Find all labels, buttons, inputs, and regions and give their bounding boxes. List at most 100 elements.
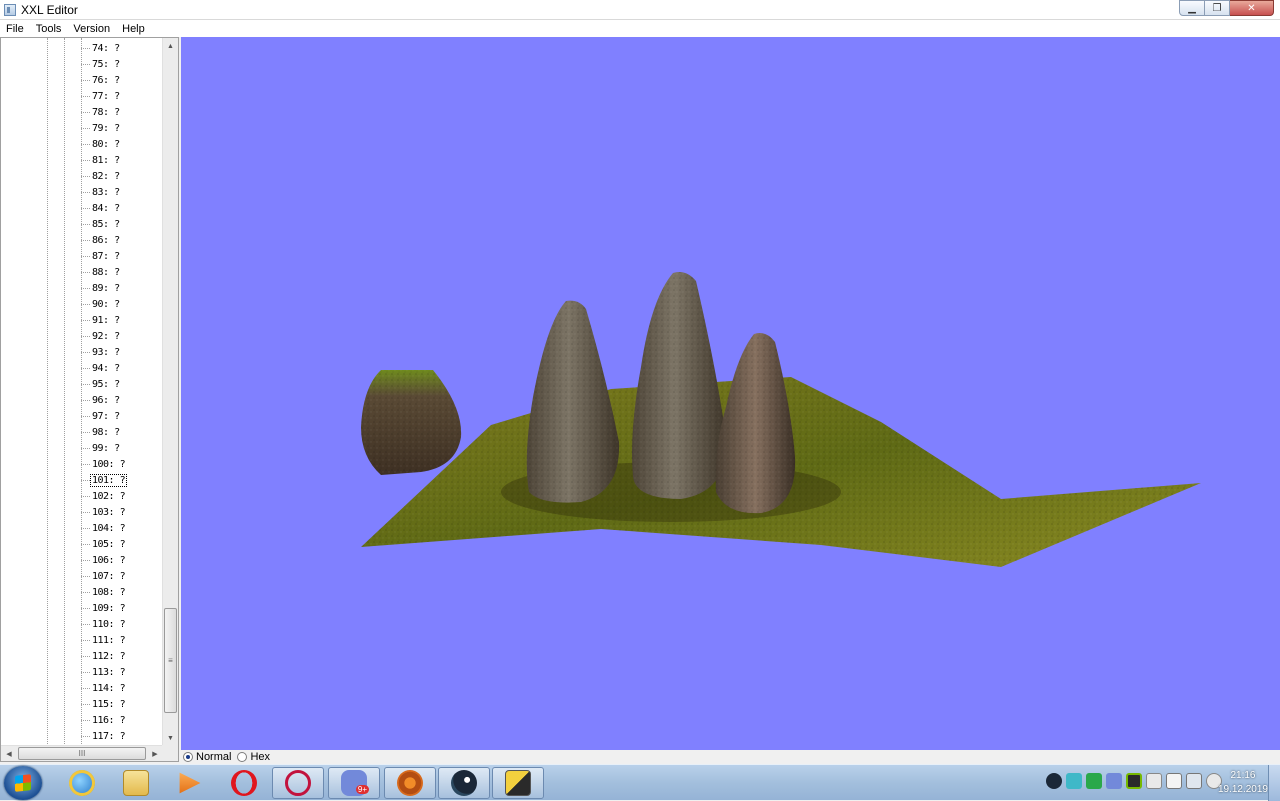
tree-item[interactable]: 82: ? xyxy=(81,168,126,184)
start-button[interactable] xyxy=(4,766,42,800)
tree-item[interactable]: 102: ? xyxy=(81,488,126,504)
taskbar-steam[interactable] xyxy=(438,767,490,799)
hex-radio[interactable]: Hex xyxy=(237,751,270,763)
tree-item[interactable]: 96: ? xyxy=(81,392,126,408)
tree-item-label: 82: ? xyxy=(92,170,120,182)
tree-item[interactable]: 88: ? xyxy=(81,264,126,280)
scroll-left-icon[interactable]: ◀ xyxy=(1,746,17,761)
tree-item[interactable]: 112: ? xyxy=(81,648,126,664)
tree-item[interactable]: 85: ? xyxy=(81,216,126,232)
taskbar-xxl-editor[interactable] xyxy=(492,767,544,799)
tree-item[interactable]: 83: ? xyxy=(81,184,126,200)
tree-item[interactable]: 109: ? xyxy=(81,600,126,616)
vpn-tray-icon[interactable] xyxy=(1066,773,1082,789)
tree-item[interactable]: 105: ? xyxy=(81,536,126,552)
tree-vertical-scrollbar[interactable]: ▲ ≡ ▼ xyxy=(162,38,178,746)
tree-item[interactable]: 77: ? xyxy=(81,88,126,104)
close-button[interactable]: ✕ xyxy=(1230,0,1274,16)
tree-item[interactable]: 98: ? xyxy=(81,424,126,440)
tree-item[interactable]: 86: ? xyxy=(81,232,126,248)
tree-item-label: 101: ? xyxy=(89,473,128,487)
normal-radio-label[interactable]: Normal xyxy=(196,751,231,763)
tree-item[interactable]: 95: ? xyxy=(81,376,126,392)
taskbar-opera[interactable] xyxy=(218,767,270,799)
check-tray-icon[interactable] xyxy=(1086,773,1102,789)
tree-item[interactable]: 93: ? xyxy=(81,344,126,360)
tree-item[interactable]: 104: ? xyxy=(81,520,126,536)
tree-item[interactable]: 84: ? xyxy=(81,200,126,216)
tree-item[interactable]: 116: ? xyxy=(81,712,126,728)
steam-icon xyxy=(451,770,477,796)
tree-item-label: 98: ? xyxy=(92,426,120,438)
scroll-right-icon[interactable]: ▶ xyxy=(147,746,163,761)
tree-item[interactable]: 90: ? xyxy=(81,296,126,312)
tree-item[interactable]: 91: ? xyxy=(81,312,126,328)
scroll-up-icon[interactable]: ▲ xyxy=(163,38,178,54)
menu-file[interactable]: File xyxy=(0,23,30,35)
tree-item[interactable]: 115: ? xyxy=(81,696,126,712)
scroll-thumb[interactable]: ≡ xyxy=(164,608,177,713)
tree-item-label: 74: ? xyxy=(92,42,120,54)
discord-badge: 9+ xyxy=(355,785,369,794)
steam-tray-icon[interactable] xyxy=(1046,773,1062,789)
object-tree-panel[interactable]: 74: ? 75: ? 76: ? 77: ? 78: ? 79: ? 80: ? 81: ?… xyxy=(0,37,179,762)
normal-radio-dot[interactable] xyxy=(183,752,193,762)
tree-item-label: 113: ? xyxy=(92,666,126,678)
hscroll-thumb[interactable]: III xyxy=(18,747,146,760)
tree-item-label: 85: ? xyxy=(92,218,120,230)
show-desktop-button[interactable] xyxy=(1268,765,1280,801)
clock[interactable]: 21:16 19.12.2019 xyxy=(1218,769,1268,797)
connection-tray-icon[interactable] xyxy=(1186,773,1202,789)
tree-item[interactable]: 110: ? xyxy=(81,616,126,632)
tree-item[interactable]: 108: ? xyxy=(81,584,126,600)
tree-item[interactable]: 101: ? xyxy=(81,472,128,488)
menu-help[interactable]: Help xyxy=(116,23,151,35)
title-bar[interactable]: XXL Editor ▁ ❐ ✕ xyxy=(0,0,1280,20)
tree-item[interactable]: 113: ? xyxy=(81,664,126,680)
tree-item[interactable]: 75: ? xyxy=(81,56,126,72)
tree-item[interactable]: 78: ? xyxy=(81,104,126,120)
hex-radio-label[interactable]: Hex xyxy=(250,751,270,763)
network-tray-icon[interactable] xyxy=(1146,773,1162,789)
normal-radio[interactable]: Normal xyxy=(183,751,231,763)
taskbar: 9+ 21:16 19.12.2019 xyxy=(0,764,1280,801)
tree-item[interactable]: 106: ? xyxy=(81,552,126,568)
taskbar-tf2[interactable] xyxy=(384,767,436,799)
tree-item[interactable]: 117: ? xyxy=(81,728,126,744)
tree-item-label: 92: ? xyxy=(92,330,120,342)
tree-item-label: 79: ? xyxy=(92,122,120,134)
hex-radio-dot[interactable] xyxy=(237,752,248,762)
taskbar-internet-explorer[interactable] xyxy=(56,767,108,799)
tree-item[interactable]: 87: ? xyxy=(81,248,126,264)
taskbar-discord[interactable]: 9+ xyxy=(328,767,380,799)
tree-item[interactable]: 81: ? xyxy=(81,152,126,168)
tree-item[interactable]: 99: ? xyxy=(81,440,126,456)
minimize-button[interactable]: ▁ xyxy=(1179,0,1205,16)
maximize-button[interactable]: ❐ xyxy=(1205,0,1230,16)
tree-item[interactable]: 74: ? xyxy=(81,40,126,56)
3d-viewport[interactable] xyxy=(181,37,1280,750)
nvidia-tray-icon[interactable] xyxy=(1126,773,1142,789)
tree-item[interactable]: 89: ? xyxy=(81,280,126,296)
discord-tray-icon[interactable] xyxy=(1106,773,1122,789)
tree-item[interactable]: 111: ? xyxy=(81,632,126,648)
scrollbar-corner xyxy=(162,745,178,761)
menu-tools[interactable]: Tools xyxy=(30,23,68,35)
taskbar-file-explorer[interactable] xyxy=(110,767,162,799)
menu-version[interactable]: Version xyxy=(67,23,116,35)
taskbar-media-player[interactable] xyxy=(164,767,216,799)
tree-item[interactable]: 76: ? xyxy=(81,72,126,88)
tree-item[interactable]: 107: ? xyxy=(81,568,126,584)
taskbar-opera-gx[interactable] xyxy=(272,767,324,799)
tree-item[interactable]: 79: ? xyxy=(81,120,126,136)
tree-item[interactable]: 92: ? xyxy=(81,328,126,344)
flag-tray-icon[interactable] xyxy=(1166,773,1182,789)
tree-item[interactable]: 80: ? xyxy=(81,136,126,152)
tree-item[interactable]: 94: ? xyxy=(81,360,126,376)
tree-item[interactable]: 100: ? xyxy=(81,456,126,472)
tree-item[interactable]: 97: ? xyxy=(81,408,126,424)
tree-horizontal-scrollbar[interactable]: ◀ III ▶ xyxy=(1,745,163,761)
scroll-down-icon[interactable]: ▼ xyxy=(163,730,178,746)
tree-item[interactable]: 103: ? xyxy=(81,504,126,520)
tree-item[interactable]: 114: ? xyxy=(81,680,126,696)
